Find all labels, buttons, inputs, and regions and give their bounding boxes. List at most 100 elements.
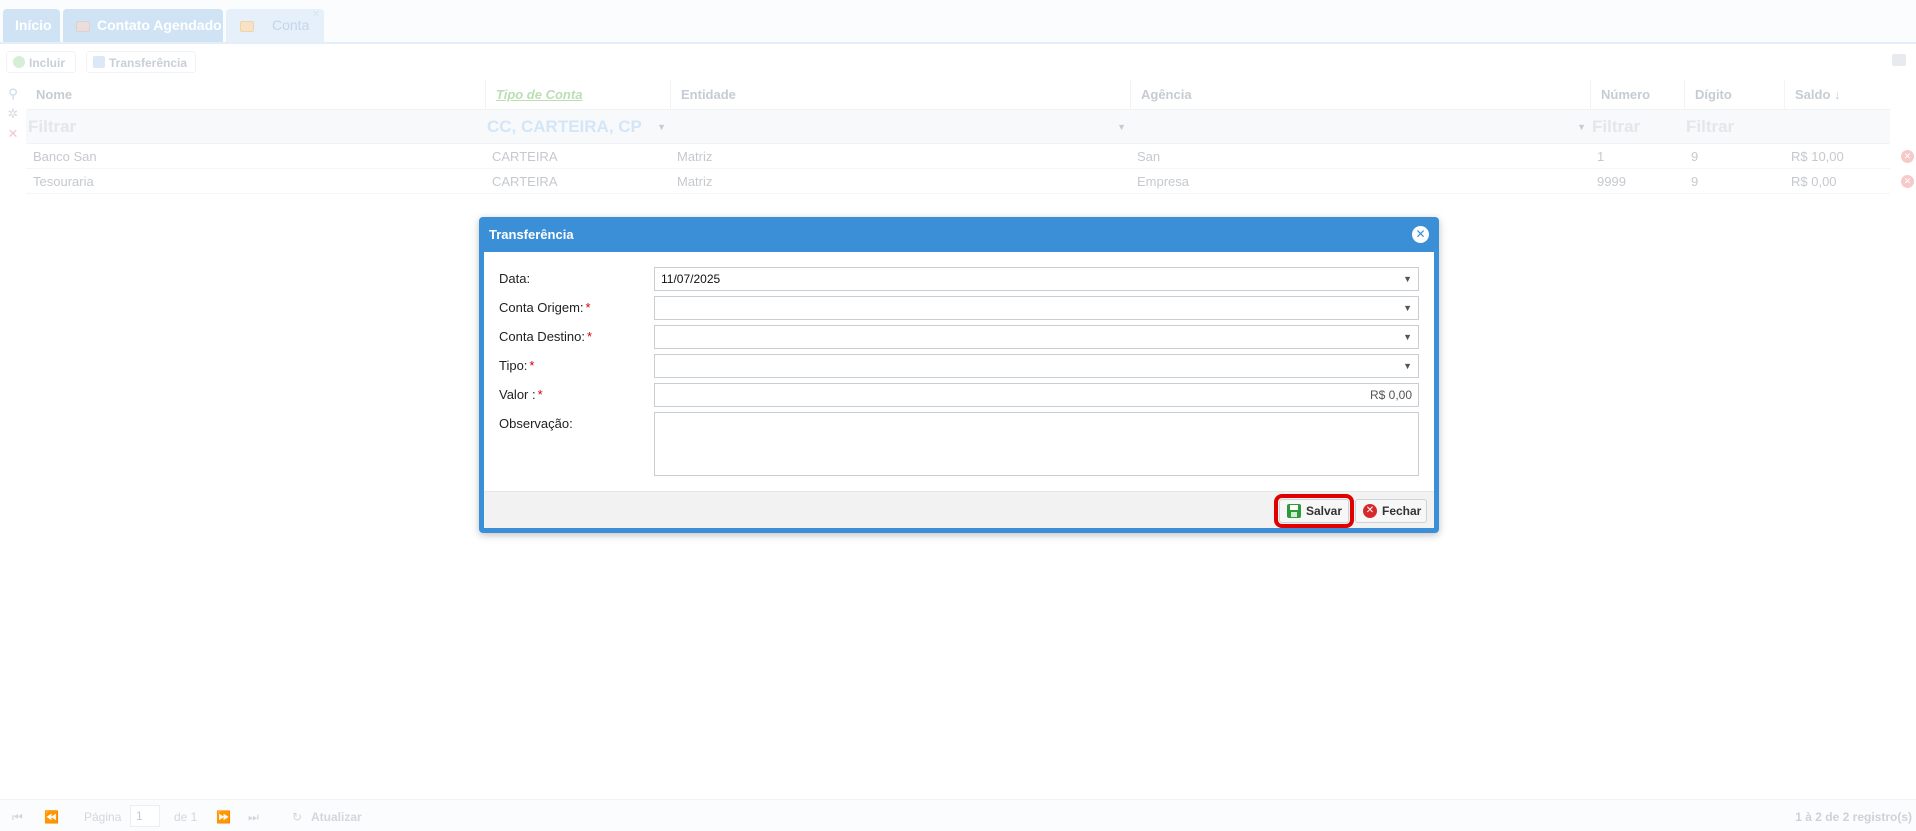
- table-row[interactable]: Banco San CARTEIRA Matriz San 1 9 R$ 10,…: [26, 144, 1914, 169]
- calendar-icon: [76, 21, 90, 32]
- observacao-textarea[interactable]: [654, 412, 1419, 476]
- tab-bar: Início Contato Agendado Conta ✕: [0, 0, 1916, 44]
- share-icon: [93, 56, 105, 68]
- close-tab-icon[interactable]: ✕: [312, 8, 320, 22]
- page-input[interactable]: 1: [130, 805, 160, 827]
- accounts-grid: Nome Tipo de Conta Entidade Agência Núme…: [26, 80, 1914, 194]
- cell-entidade: Matriz: [677, 149, 713, 164]
- cell-digito: 9: [1691, 149, 1699, 164]
- page-count: de 1: [174, 810, 198, 824]
- records-count: 1 à 2 de 2 registro(s): [1795, 810, 1912, 824]
- required-marker: *: [537, 387, 543, 402]
- data-label: Data:: [499, 271, 531, 286]
- atualizar-label[interactable]: Atualizar: [311, 808, 362, 826]
- transfer-dialog: Transferência ✕ Data: 11/07/2025 ▼ Conta…: [479, 217, 1439, 533]
- column-saldo[interactable]: Saldo ↓: [1784, 80, 1890, 110]
- cell-digito: 9: [1691, 174, 1699, 189]
- label-text: Conta Origem:: [499, 300, 584, 315]
- data-field[interactable]: 11/07/2025 ▼: [654, 267, 1419, 291]
- filter-row: Filtrar CC, CARTEIRA, CP ▼ ▼ ▼ Filtrar F…: [26, 110, 1890, 144]
- close-icon[interactable]: ✕: [1412, 226, 1429, 243]
- column-agencia[interactable]: Agência: [1130, 80, 1590, 110]
- next-page-icon[interactable]: ⏩: [216, 808, 231, 826]
- field-row-data: Data: 11/07/2025 ▼: [484, 267, 1434, 291]
- observacao-label: Observação:: [499, 416, 573, 431]
- table-row[interactable]: Tesouraria CARTEIRA Matriz Empresa 9999 …: [26, 169, 1914, 194]
- clear-filter-icon[interactable]: ✕: [5, 124, 21, 144]
- tab-contato-agendado[interactable]: Contato Agendado: [63, 9, 223, 42]
- chevron-down-icon[interactable]: ▼: [1403, 326, 1412, 348]
- first-page-icon[interactable]: ⏮: [12, 808, 23, 826]
- tipo-select[interactable]: ▼: [654, 354, 1419, 378]
- last-page-icon[interactable]: ⏭: [248, 808, 259, 826]
- folder-icon: [240, 21, 254, 32]
- label-text: Conta Destino:: [499, 329, 585, 344]
- field-row-tipo: Tipo: * ▼: [484, 354, 1434, 378]
- dialog-footer: Salvar ✕ Fechar: [484, 491, 1434, 528]
- tab-label: Contato Agendado: [97, 17, 222, 33]
- column-digito[interactable]: Dígito: [1684, 80, 1784, 110]
- chevron-down-icon[interactable]: ▼: [1403, 355, 1412, 377]
- close-circle-icon: ✕: [1363, 504, 1377, 518]
- incluir-button[interactable]: Incluir: [6, 51, 76, 73]
- cell-saldo: R$ 0,00: [1791, 174, 1837, 189]
- label-text: Tipo:: [499, 358, 528, 373]
- chevron-down-icon: ▼: [657, 122, 666, 132]
- incluir-label: Incluir: [29, 56, 66, 70]
- required-marker: *: [587, 329, 593, 344]
- gear-icon[interactable]: ✲: [5, 104, 21, 124]
- column-entidade[interactable]: Entidade: [670, 80, 1130, 110]
- column-numero[interactable]: Número: [1590, 80, 1684, 110]
- chevron-down-icon[interactable]: ▼: [1403, 268, 1412, 290]
- label-text: Valor :: [499, 387, 536, 402]
- conta-origem-select[interactable]: ▼: [654, 296, 1419, 320]
- cell-agencia: San: [1137, 149, 1161, 164]
- field-row-valor: Valor : * R$ 0,00: [484, 383, 1434, 407]
- plus-icon: [13, 56, 25, 68]
- filter-agencia[interactable]: ▼: [1130, 110, 1590, 144]
- tipo-label: Tipo: *: [499, 354, 534, 378]
- prev-page-icon[interactable]: ⏪: [44, 808, 59, 826]
- conta-origem-label: Conta Origem: *: [499, 296, 591, 320]
- chevron-down-icon: ▼: [1577, 122, 1586, 132]
- salvar-button[interactable]: Salvar: [1274, 494, 1354, 528]
- cell-tipo: CARTEIRA: [492, 149, 558, 164]
- delete-row-icon[interactable]: ✕: [1901, 175, 1914, 188]
- column-nome[interactable]: Nome: [26, 80, 485, 110]
- search-icon[interactable]: ⚲: [5, 84, 21, 104]
- transferencia-label: Transferência: [109, 56, 188, 70]
- tab-inicio[interactable]: Início: [3, 9, 60, 42]
- grid-side-tools: ⚲ ✲ ✕: [5, 84, 21, 144]
- chevron-down-icon[interactable]: ▼: [1403, 297, 1412, 319]
- field-row-observacao: Observação:: [484, 412, 1434, 476]
- pager: ⏮ ⏪ Página 1 de 1 ⏩ ⏭ ↻ Atualizar 1 à 2 …: [0, 799, 1916, 831]
- filter-entidade[interactable]: ▼: [670, 110, 1130, 144]
- save-icon: [1287, 504, 1301, 518]
- refresh-icon[interactable]: ↻: [292, 808, 302, 826]
- cell-tipo: CARTEIRA: [492, 174, 558, 189]
- print-icon[interactable]: [1892, 54, 1906, 66]
- tab-label: Conta: [272, 17, 310, 33]
- filter-tipo-value: CC, CARTEIRA, CP: [487, 117, 642, 136]
- cell-saldo: R$ 10,00: [1791, 149, 1844, 164]
- filter-digito[interactable]: Filtrar: [1684, 110, 1784, 144]
- cell-nome: Tesouraria: [33, 174, 94, 189]
- cell-numero: 9999: [1597, 174, 1626, 189]
- filter-tipo-conta[interactable]: CC, CARTEIRA, CP ▼: [485, 110, 670, 144]
- filter-numero[interactable]: Filtrar: [1590, 110, 1684, 144]
- transferencia-button[interactable]: Transferência: [86, 51, 196, 73]
- filter-nome[interactable]: Filtrar: [26, 110, 485, 144]
- fechar-button[interactable]: ✕ Fechar: [1355, 499, 1427, 523]
- dialog-body: Data: 11/07/2025 ▼ Conta Origem: * ▼ Cont…: [484, 252, 1434, 528]
- delete-row-icon[interactable]: ✕: [1901, 150, 1914, 163]
- column-tipo-conta[interactable]: Tipo de Conta: [485, 80, 670, 110]
- toolbar: Incluir Transferência: [0, 48, 1916, 76]
- field-row-origem: Conta Origem: * ▼: [484, 296, 1434, 320]
- data-value: 11/07/2025: [661, 272, 721, 286]
- conta-destino-select[interactable]: ▼: [654, 325, 1419, 349]
- pagina-label: Página: [84, 810, 122, 824]
- fechar-label: Fechar: [1382, 504, 1422, 518]
- tab-conta[interactable]: Conta ✕: [226, 9, 324, 42]
- conta-destino-label: Conta Destino: *: [499, 325, 592, 349]
- valor-input[interactable]: R$ 0,00: [654, 383, 1419, 407]
